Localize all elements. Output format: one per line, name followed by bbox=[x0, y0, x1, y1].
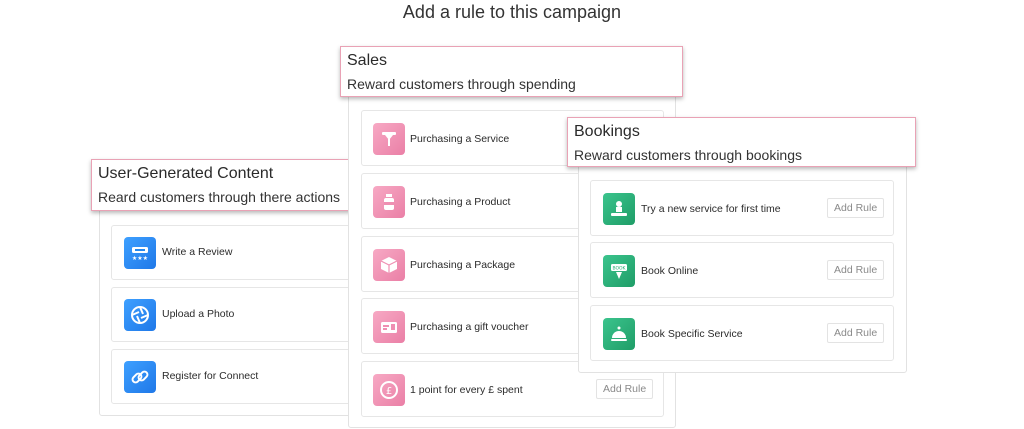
svg-text:BOOK: BOOK bbox=[612, 266, 626, 272]
bookings-rule-book-online[interactable]: BOOK Book Online Add Rule bbox=[590, 242, 894, 298]
ugc-rule-upload-photo[interactable]: Upload a Photo bbox=[111, 287, 357, 342]
bookings-header: Bookings Reward customers through bookin… bbox=[567, 117, 916, 167]
review-icon: ★★★ bbox=[124, 237, 156, 269]
book-online-icon: BOOK bbox=[603, 255, 635, 287]
ugc-title: User-Generated Content bbox=[98, 165, 274, 182]
rule-label: Purchasing a Product bbox=[410, 196, 511, 208]
rule-label: Try a new service for first time bbox=[641, 203, 781, 215]
rule-label: Upload a Photo bbox=[162, 308, 235, 320]
bookings-rule-new-service[interactable]: Try a new service for first time Add Rul… bbox=[590, 180, 894, 236]
add-rule-button[interactable]: Add Rule bbox=[827, 323, 885, 343]
add-rule-button[interactable]: Add Rule bbox=[827, 260, 885, 280]
bookings-subtitle: Reward customers through bookings bbox=[574, 147, 803, 163]
link-icon bbox=[124, 361, 156, 393]
ugc-subtitle: Reard customers through there actions bbox=[98, 189, 341, 205]
camera-aperture-icon bbox=[124, 299, 156, 331]
rule-label: Purchasing a Service bbox=[410, 133, 510, 145]
pound-coin-icon: £ bbox=[373, 374, 405, 406]
package-box-icon bbox=[373, 249, 405, 281]
bookings-rule-specific-service[interactable]: Book Specific Service Add Rule bbox=[590, 305, 894, 361]
service-bell-icon bbox=[603, 318, 635, 350]
rule-label: Write a Review bbox=[162, 246, 233, 258]
add-rule-button[interactable]: Add Rule bbox=[596, 379, 654, 399]
sales-header: Sales Reward customers through spending bbox=[340, 46, 683, 97]
sales-title: Sales bbox=[347, 52, 388, 69]
add-rule-button[interactable]: Add Rule bbox=[827, 198, 885, 218]
rule-label: Register for Connect bbox=[162, 370, 259, 382]
bookings-title: Bookings bbox=[574, 123, 640, 140]
ugc-header: User-Generated Content Reard customers t… bbox=[91, 159, 353, 211]
page-title: Add a rule to this campaign bbox=[402, 2, 622, 22]
service-icon bbox=[373, 123, 405, 155]
svg-text:★★★: ★★★ bbox=[132, 255, 148, 262]
rule-label: Book Online bbox=[641, 265, 699, 277]
ugc-rule-write-review[interactable]: ★★★ Write a Review bbox=[111, 225, 357, 280]
product-bottle-icon bbox=[373, 186, 405, 218]
gift-voucher-icon bbox=[373, 311, 405, 343]
rule-label: 1 point for every £ spent bbox=[410, 384, 523, 396]
ugc-rule-register-connect[interactable]: Register for Connect bbox=[111, 349, 357, 404]
rule-label: Book Specific Service bbox=[641, 328, 743, 340]
sales-subtitle: Reward customers through spending bbox=[347, 76, 576, 92]
svg-text:£: £ bbox=[386, 386, 392, 397]
new-service-icon bbox=[603, 193, 635, 225]
rule-label: Purchasing a Package bbox=[410, 259, 516, 271]
rule-label: Purchasing a gift voucher bbox=[410, 321, 529, 333]
